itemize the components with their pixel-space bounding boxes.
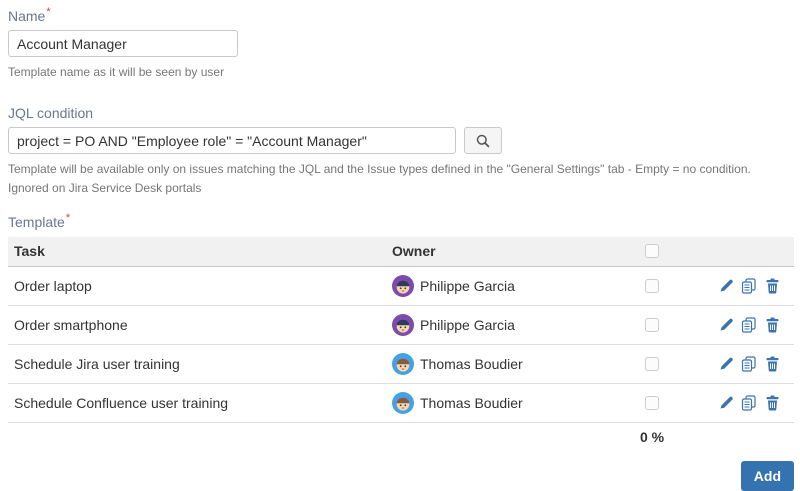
- task-table: Task Owner Order laptop Philippe Garcia: [8, 237, 794, 451]
- jql-input-row: [8, 127, 792, 154]
- user-avatar: [392, 392, 414, 414]
- jql-help-text: Template will be available only on issue…: [8, 160, 792, 198]
- table-row: Schedule Jira user training Thomas Boudi…: [8, 345, 794, 384]
- select-all-checkbox[interactable]: [645, 244, 659, 258]
- template-label-text: Template: [8, 214, 65, 230]
- task-cell: Order laptop: [8, 278, 392, 294]
- row-actions-cell: [702, 317, 794, 333]
- row-actions-cell: [702, 395, 794, 411]
- duplicate-pages-icon: [741, 278, 757, 294]
- required-asterisk: *: [46, 6, 50, 18]
- copy-button[interactable]: [741, 395, 757, 411]
- edit-button[interactable]: [718, 395, 734, 411]
- row-checkbox-cell: [602, 279, 702, 293]
- owner-name: Thomas Boudier: [420, 395, 523, 411]
- name-label-text: Name: [8, 8, 45, 24]
- trash-icon: [765, 278, 780, 294]
- user-avatar: [392, 275, 414, 297]
- duplicate-pages-icon: [741, 395, 757, 411]
- edit-button[interactable]: [718, 317, 734, 333]
- delete-button[interactable]: [764, 278, 780, 294]
- row-checkbox[interactable]: [645, 357, 659, 371]
- magnifier-icon: [475, 133, 491, 149]
- owner-name: Philippe Garcia: [420, 317, 515, 333]
- duplicate-pages-icon: [741, 356, 757, 372]
- trash-icon: [765, 395, 780, 411]
- template-label: Template*: [8, 214, 792, 231]
- row-checkbox[interactable]: [645, 318, 659, 332]
- pencil-icon: [719, 395, 734, 410]
- required-asterisk: *: [66, 212, 70, 224]
- user-avatar: [392, 314, 414, 336]
- table-row: Schedule Confluence user training Thomas…: [8, 384, 794, 423]
- table-row: Order smartphone Philippe Garcia: [8, 306, 794, 345]
- delete-button[interactable]: [764, 317, 780, 333]
- task-cell: Order smartphone: [8, 317, 392, 333]
- row-actions-cell: [702, 356, 794, 372]
- trash-icon: [765, 356, 780, 372]
- jql-label: JQL condition: [8, 105, 792, 122]
- delete-button[interactable]: [764, 395, 780, 411]
- copy-button[interactable]: [741, 356, 757, 372]
- table-footer-row: 0 %: [8, 423, 794, 451]
- row-checkbox-cell: [602, 396, 702, 410]
- pencil-icon: [719, 317, 734, 332]
- task-cell: Schedule Confluence user training: [8, 395, 392, 411]
- edit-button[interactable]: [718, 356, 734, 372]
- task-column-header: Task: [8, 243, 392, 259]
- owner-cell: Philippe Garcia: [392, 314, 602, 336]
- row-checkbox[interactable]: [645, 396, 659, 410]
- name-input[interactable]: [8, 30, 238, 57]
- name-label: Name*: [8, 8, 792, 25]
- owner-cell: Thomas Boudier: [392, 392, 602, 414]
- edit-button[interactable]: [718, 278, 734, 294]
- name-field-section: Name* Template name as it will be seen b…: [8, 8, 792, 82]
- owner-cell: Philippe Garcia: [392, 275, 602, 297]
- task-cell: Schedule Jira user training: [8, 356, 392, 372]
- pencil-icon: [719, 356, 734, 371]
- add-button-row: Add: [8, 461, 794, 491]
- pencil-icon: [719, 278, 734, 293]
- owner-name: Philippe Garcia: [420, 278, 515, 294]
- progress-value: 0 %: [640, 429, 664, 445]
- owner-name: Thomas Boudier: [420, 356, 523, 372]
- add-button[interactable]: Add: [741, 461, 794, 491]
- owner-column-header: Owner: [392, 243, 602, 259]
- header-checkbox-cell: [602, 244, 702, 258]
- table-header-row: Task Owner: [8, 237, 794, 267]
- row-checkbox-cell: [602, 318, 702, 332]
- jql-input[interactable]: [8, 127, 456, 154]
- template-section: Template* Task Owner Order laptop: [8, 214, 792, 491]
- trash-icon: [765, 317, 780, 333]
- row-checkbox-cell: [602, 357, 702, 371]
- duplicate-pages-icon: [741, 317, 757, 333]
- copy-button[interactable]: [741, 278, 757, 294]
- table-row: Order laptop Philippe Garcia: [8, 267, 794, 306]
- user-avatar: [392, 353, 414, 375]
- name-help-text: Template name as it will be seen by user: [8, 63, 792, 82]
- row-actions-cell: [702, 278, 794, 294]
- jql-search-button[interactable]: [464, 127, 502, 154]
- owner-cell: Thomas Boudier: [392, 353, 602, 375]
- row-checkbox[interactable]: [645, 279, 659, 293]
- delete-button[interactable]: [764, 356, 780, 372]
- copy-button[interactable]: [741, 317, 757, 333]
- jql-field-section: JQL condition Template will be available…: [8, 105, 792, 198]
